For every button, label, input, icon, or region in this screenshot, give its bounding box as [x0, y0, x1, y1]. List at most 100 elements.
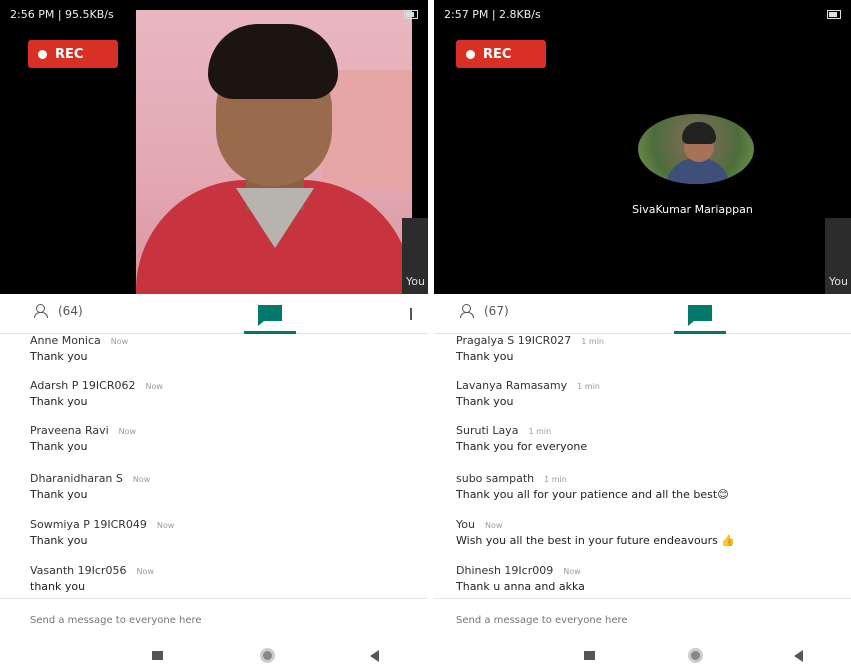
message-time: 1 min [528, 427, 552, 436]
message-sender: Praveena Ravi [30, 424, 109, 437]
message-sender: subo sampath [456, 472, 535, 485]
message-sender: Anne Monica [30, 334, 101, 347]
chat-message: Anne Monica Now Thank you [30, 334, 428, 374]
chat-message: Vasanth 19Icr056 Now thank you [30, 564, 428, 598]
message-text: Thank you [30, 395, 88, 408]
message-text: Thank you [30, 350, 88, 363]
chat-message: Sowmiya P 19ICR049 Now Thank you [30, 518, 428, 558]
message-text: Thank you for everyone [456, 440, 588, 453]
message-sender: Pragalya S 19ICR027 [456, 334, 572, 347]
record-dot-icon [38, 49, 47, 59]
message-text: Thank you [30, 534, 88, 547]
chat-message: Suruti Laya 1 min Thank you for everyone [456, 424, 851, 464]
chat-message: You Now Wish you all the best in your fut… [456, 518, 851, 558]
chat-message: Adarsh P 19ICR062 Now Thank you [30, 379, 428, 419]
self-view-label: You [829, 275, 848, 288]
message-text: Thank you [30, 488, 88, 501]
message-time: 1 min [577, 382, 600, 391]
chat-message: Pragalya S 19ICR027 1 min Thank you [456, 334, 851, 374]
battery-icon [404, 9, 418, 19]
meeting-tab-bar: (64) [0, 294, 428, 334]
message-composer [434, 598, 851, 640]
participant-avatar[interactable] [638, 114, 754, 184]
rec-label: REC [483, 46, 512, 62]
people-count: (67) [484, 304, 509, 318]
status-time: 2:57 PM | 2.8KB/s [444, 7, 541, 21]
message-text: thank you [30, 580, 86, 593]
meeting-tab-bar: (67) [434, 294, 851, 334]
self-view-label: You [406, 275, 425, 288]
message-time: 1 min [581, 337, 604, 346]
rec-badge: REC [456, 40, 546, 68]
message-input[interactable] [30, 611, 370, 629]
people-icon [34, 304, 52, 318]
message-sender: Lavanya Ramasamy [456, 379, 568, 392]
message-time: Now [156, 521, 175, 530]
message-input[interactable] [456, 611, 796, 629]
message-time: Now [563, 567, 581, 576]
tab-people[interactable]: (64) [34, 304, 83, 318]
message-time: Now [110, 337, 129, 346]
chat-icon [258, 305, 282, 326]
chat-message-list[interactable]: Anne Monica Now Thank you Adarsh P 19ICR0… [0, 334, 428, 598]
message-time: Now [132, 475, 151, 484]
left-phone-screen: 2:56 PM | 95.5KB/s REC You (64) Anne Mon… [0, 0, 428, 672]
video-area: 2:57 PM | 2.8KB/s REC SivaKumar Mariappa… [434, 0, 851, 294]
chat-message: Dhinesh 19Icr009 Now Thank u anna and akk… [456, 564, 851, 598]
tab-overflow-indicator [410, 308, 412, 320]
chat-message: Lavanya Ramasamy 1 min Thank you [456, 379, 851, 419]
rec-badge: REC [28, 40, 118, 68]
message-sender: Adarsh P 19ICR062 [30, 379, 136, 392]
message-time: Now [136, 567, 154, 576]
tab-people[interactable]: (67) [460, 304, 509, 318]
message-time: Now [484, 521, 503, 530]
people-icon [460, 304, 478, 318]
tab-chat[interactable] [240, 300, 300, 334]
home-icon[interactable] [688, 648, 703, 663]
home-icon[interactable] [260, 648, 275, 663]
self-view-tab[interactable]: You [825, 218, 851, 294]
message-text: Thank u anna and akka [456, 580, 585, 593]
status-bar: 2:57 PM | 2.8KB/s [434, 0, 851, 28]
message-text: Thank you [30, 440, 88, 453]
status-bar: 2:56 PM | 95.5KB/s [0, 0, 428, 28]
message-sender: Dhinesh 19Icr009 [456, 564, 554, 577]
participant-camera-feed[interactable] [136, 10, 412, 294]
message-composer [0, 598, 428, 640]
recents-icon[interactable] [152, 651, 163, 660]
android-nav-bar [0, 640, 428, 672]
video-area: 2:56 PM | 95.5KB/s REC You [0, 0, 428, 294]
recents-icon[interactable] [584, 651, 595, 660]
participant-video [136, 10, 412, 294]
message-text: Wish you all the best in your future end… [456, 534, 736, 547]
message-sender: Sowmiya P 19ICR049 [30, 518, 147, 531]
chat-message: Praveena Ravi Now Thank you [30, 424, 428, 464]
message-sender: You [456, 518, 475, 531]
people-count: (64) [58, 304, 83, 318]
back-icon[interactable] [794, 650, 803, 662]
battery-icon [827, 9, 841, 19]
chat-message: Dharanidharan S Now Thank you [30, 472, 428, 512]
message-sender: Suruti Laya [456, 424, 519, 437]
message-text: Thank you all for your patience and all … [456, 488, 729, 501]
comparison-screenshot: 2:56 PM | 95.5KB/s REC You (64) Anne Mon… [0, 0, 851, 672]
chat-icon [688, 305, 712, 326]
chat-message-list[interactable]: Pragalya S 19ICR027 1 min Thank you Lavan… [434, 334, 851, 598]
participant-name: SivaKumar Mariappan [632, 203, 753, 216]
back-icon[interactable] [370, 650, 379, 662]
tab-chat[interactable] [670, 300, 730, 334]
record-dot-icon [466, 49, 475, 59]
message-text: Thank you [456, 395, 514, 408]
message-text: Thank you [456, 350, 514, 363]
android-nav-bar [434, 640, 851, 672]
message-sender: Vasanth 19Icr056 [30, 564, 127, 577]
message-time: Now [145, 382, 163, 391]
message-time: Now [118, 427, 137, 436]
right-phone-screen: 2:57 PM | 2.8KB/s REC SivaKumar Mariappa… [434, 0, 851, 672]
status-time: 2:56 PM | 95.5KB/s [10, 7, 114, 21]
self-view-tab[interactable]: You [402, 218, 428, 294]
rec-label: REC [55, 46, 84, 62]
message-sender: Dharanidharan S [30, 472, 123, 485]
message-time: 1 min [544, 475, 567, 484]
chat-message: subo sampath 1 min Thank you all for your… [456, 472, 851, 512]
